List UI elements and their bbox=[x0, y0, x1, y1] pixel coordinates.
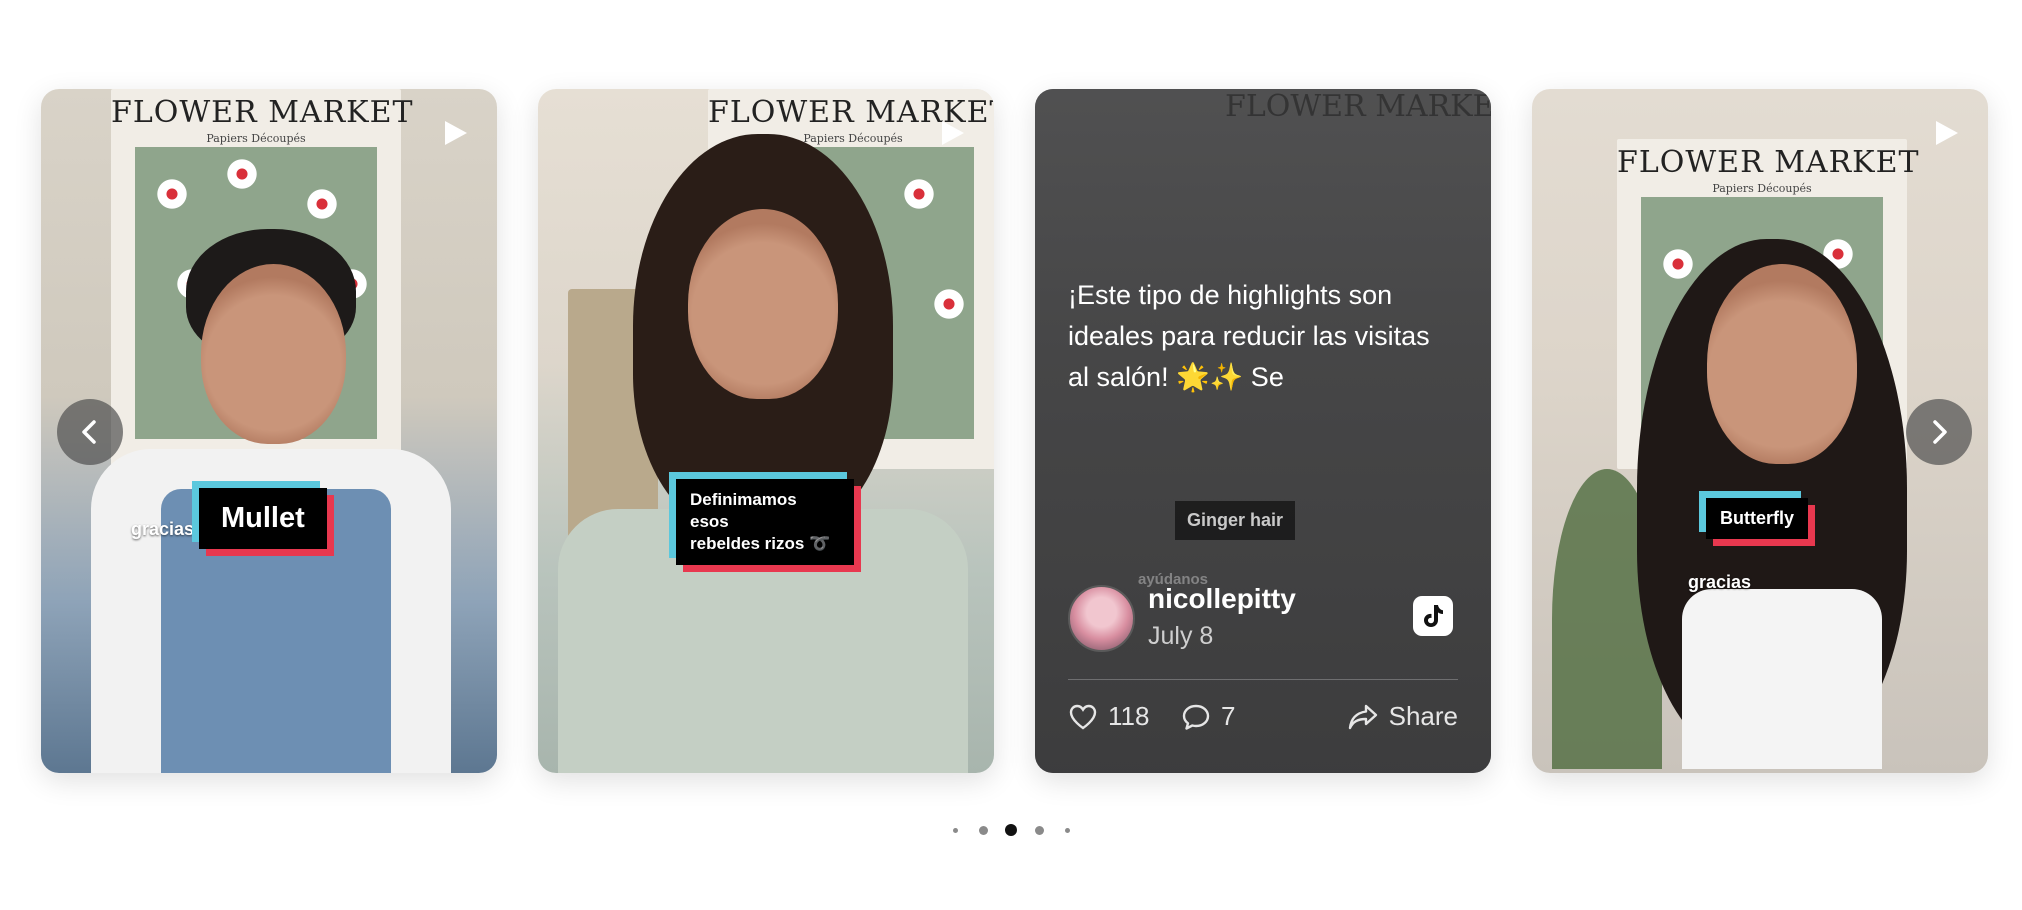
caption-line-2: rebeldes rizos ➰ bbox=[690, 534, 831, 553]
pagination-dots bbox=[0, 823, 2022, 837]
like-button[interactable]: 118 bbox=[1068, 701, 1149, 732]
previous-button[interactable] bbox=[57, 399, 123, 465]
pagination-dot[interactable] bbox=[952, 827, 958, 833]
poster-title: FLOWER MARKET bbox=[1617, 145, 1920, 180]
video-caption: ¡Este tipo de highlights son ideales par… bbox=[1068, 280, 1430, 392]
tiktok-icon[interactable] bbox=[1413, 596, 1453, 636]
poster-subtitle: Papiers Découpés bbox=[206, 132, 306, 145]
chevron-right-icon bbox=[1933, 420, 1947, 444]
overlay-text: gracias bbox=[1688, 572, 1752, 592]
pagination-dot-active[interactable] bbox=[1005, 824, 1017, 836]
avatar[interactable] bbox=[1068, 585, 1135, 652]
pagination-dot[interactable] bbox=[1034, 825, 1044, 835]
poster-subtitle: Papiers Découpés bbox=[1712, 182, 1812, 195]
play-icon bbox=[445, 121, 467, 145]
post-date: July 8 bbox=[1148, 622, 1214, 650]
share-icon bbox=[1348, 704, 1377, 729]
share-button[interactable]: Share bbox=[1347, 701, 1458, 732]
pagination-dot[interactable] bbox=[978, 825, 988, 835]
caption-line-1: Definimamos esos bbox=[690, 490, 797, 531]
background-thumbnail bbox=[1035, 89, 1491, 773]
share-label: Share bbox=[1388, 701, 1458, 731]
comment-button[interactable]: 7 bbox=[1181, 701, 1235, 732]
caption-sticker: Butterfly bbox=[1706, 498, 1809, 539]
comment-icon bbox=[1182, 704, 1210, 730]
chevron-left-icon bbox=[82, 420, 96, 444]
caption-sticker: Definimamos esos rebeldes rizos ➰ bbox=[676, 479, 854, 565]
poster-title: FLOWER MARKET bbox=[111, 95, 414, 130]
caption-sticker: Mullet bbox=[199, 488, 327, 549]
video-info-card[interactable]: FLOWER MARKET ¡Este tipo de highlights s… bbox=[1035, 89, 1491, 773]
comments-count: 7 bbox=[1221, 701, 1236, 731]
pagination-dot[interactable] bbox=[1064, 827, 1070, 833]
background-poster-title: FLOWER MARKET bbox=[1225, 89, 1491, 124]
divider bbox=[1068, 679, 1458, 680]
video-card-2[interactable]: FLOWER MARKET Papiers Découpés Definimam… bbox=[538, 89, 994, 773]
likes-count: 118 bbox=[1108, 701, 1150, 731]
overlay-text: gracias bbox=[131, 519, 195, 539]
username[interactable]: nicollepitty bbox=[1148, 583, 1296, 615]
video-tag: Ginger hair bbox=[1175, 501, 1296, 540]
next-button[interactable] bbox=[1906, 399, 1972, 465]
heart-icon bbox=[1069, 704, 1097, 729]
play-icon bbox=[942, 121, 964, 145]
play-icon bbox=[1936, 121, 1958, 145]
video-carousel: FLOWER MARKET Papiers Découpés gracias M… bbox=[0, 0, 2022, 910]
